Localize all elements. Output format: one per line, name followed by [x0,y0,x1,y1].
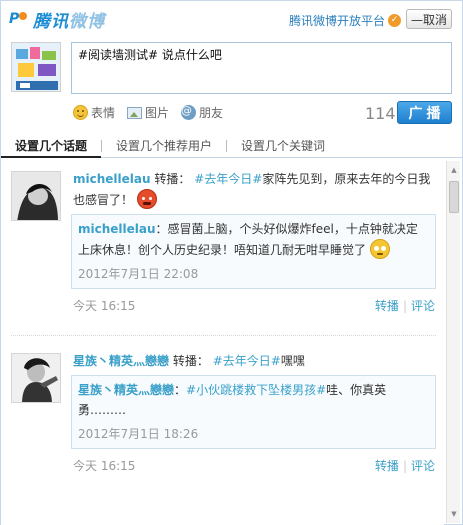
logo-mark-icon: P [9,11,33,27]
image-label: 图片 [145,106,170,120]
post-meta: 今天 16:15 转播 | 评论 [73,297,435,314]
post-divider [11,335,436,336]
mention-tool[interactable]: @ 朋友 [181,104,223,121]
at-icon: @ [181,105,197,120]
quoted-colon: ： [174,383,187,397]
my-avatar [11,42,61,92]
emoticon-label: 表情 [91,106,116,120]
quoted-timestamp[interactable]: 2012年7月1日 18:26 [78,424,429,444]
quoted-username[interactable]: michellelau [78,222,156,236]
quoted-username[interactable]: 星族丶精英灬戀戀 [78,383,174,397]
repost-link[interactable]: 转播 [375,457,399,474]
post-username[interactable]: 星族丶精英灬戀戀 [73,354,169,368]
post-username[interactable]: michellelau [73,172,151,186]
bottom-fade [1,479,444,525]
emoticon-tool[interactable]: 表情 [73,104,115,121]
quoted-topic-link[interactable]: #小伙跳楼救下坠楼男孩# [186,383,326,397]
tencent-weibo-logo: P 腾讯微博 [9,9,105,32]
post-timestamp[interactable]: 今天 16:15 [73,457,135,474]
composer-input[interactable] [72,43,451,93]
composer-tools: 表情 图片 @ 朋友 [73,104,235,121]
widget-frame: P 腾讯微博 腾讯微博开放平台 ✓ —取消 表情 [0,0,463,525]
post-meta: 今天 16:15 转播 | 评论 [73,457,435,474]
tab-topics[interactable]: 设置几个话题 [1,134,102,158]
broadcast-button[interactable]: 广播 [397,101,452,124]
quoted-timestamp[interactable]: 2012年7月1日 22:08 [78,264,429,284]
post-topic-link[interactable]: #去年今日# [213,354,281,368]
char-counter: 114 [365,104,396,123]
open-platform-label: 腾讯微博开放平台 [289,14,386,28]
post-topic-link[interactable]: #去年今日# [194,172,262,186]
mention-label: 朋友 [199,106,224,120]
post-text: 星族丶精英灬戀戀 转播： #去年今日#嘿嘿 [73,351,437,371]
repost-link[interactable]: 转播 [375,297,399,314]
composer-box[interactable] [71,42,452,94]
header: P 腾讯微博 腾讯微博开放平台 ✓ —取消 [1,1,462,37]
cancel-button[interactable]: —取消 [406,9,452,29]
image-icon [127,106,143,119]
post-action: 转播： [154,172,191,186]
tab-recommended-users[interactable]: 设置几个推荐用户 [102,134,226,158]
verified-badge-icon: ✓ [388,14,402,27]
post-avatar[interactable] [11,353,61,403]
scroll-up-arrow-icon[interactable]: ▲ [447,163,461,177]
post-content: 嘿嘿 [280,354,305,368]
smiley-icon [73,105,88,120]
post-text: michellelau 转播： #去年今日#家阵先见到，原来去年的今日我也感冒了… [73,169,437,210]
tab-keywords[interactable]: 设置几个关键词 [227,134,339,158]
angry-face-icon [136,189,157,209]
post-avatar[interactable] [11,171,61,221]
feed-scrollbar[interactable]: ▲ ▼ [446,161,460,523]
quoted-post: michellelau：感冒菌上脑，个头好似爆炸feel，十点钟就决定上床休息！… [71,214,436,289]
comment-link[interactable]: 评论 [411,457,435,474]
comment-link[interactable]: 评论 [411,297,435,314]
image-tool[interactable]: 图片 [127,104,169,121]
action-separator: | [402,298,407,313]
post-timestamp[interactable]: 今天 16:15 [73,297,135,314]
tab-bar: 设置几个话题 设置几个推荐用户 设置几个关键词 [1,134,462,158]
crying-face-icon [369,239,390,259]
post-action: 转播： [172,354,209,368]
quoted-post: 星族丶精英灬戀戀：#小伙跳楼救下坠楼男孩#哇、你真英勇……… 2012年7月1日… [71,375,436,449]
scroll-thumb[interactable] [449,181,459,213]
open-platform-link[interactable]: 腾讯微博开放平台 ✓ [289,12,402,29]
logo-text: 腾讯 [33,11,69,32]
action-separator: | [402,458,407,473]
scroll-down-arrow-icon[interactable]: ▼ [447,507,461,521]
timeline-feed[interactable]: michellelau 转播： #去年今日#家阵先见到，原来去年的今日我也感冒了… [1,159,444,525]
logo-text-2: 微博 [69,11,105,32]
